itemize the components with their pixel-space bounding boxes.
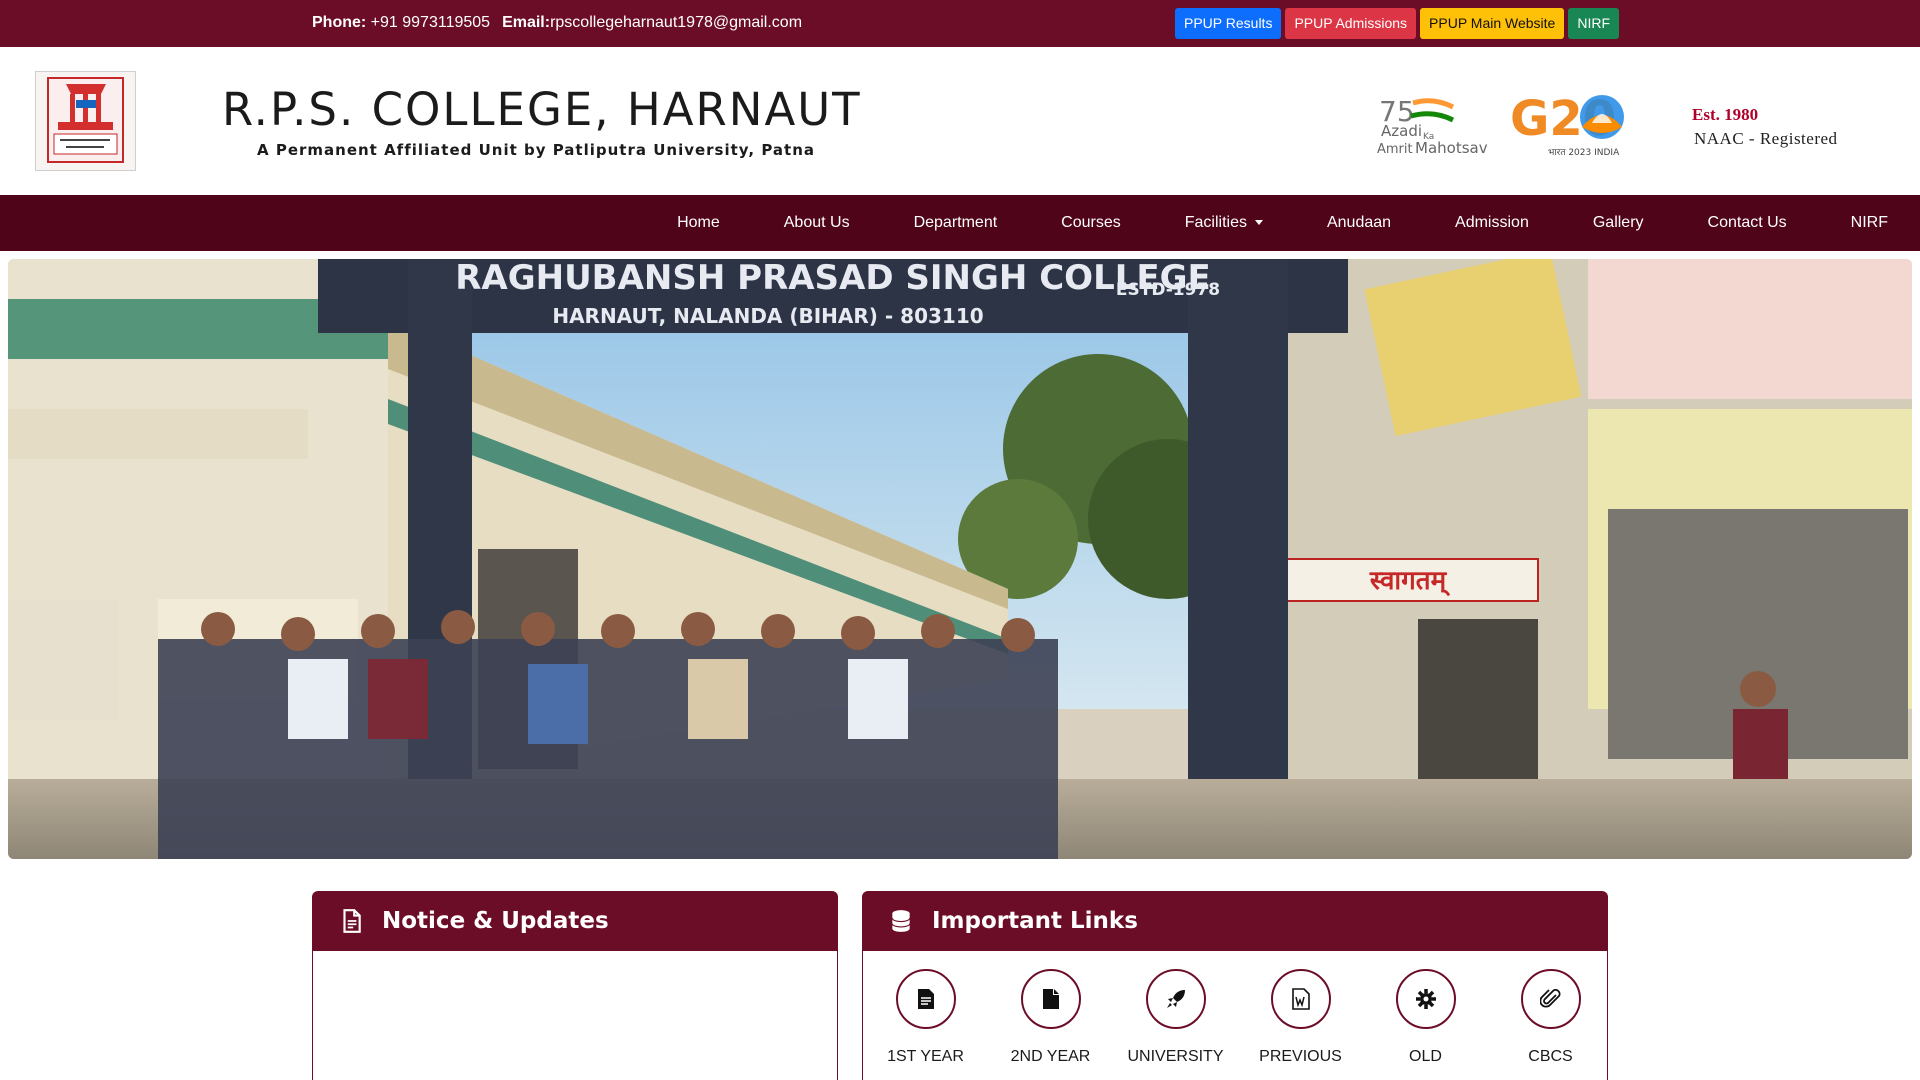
g20-logo: G20 भारत 2023 INDIA (1510, 87, 1636, 163)
nav-anudaan[interactable]: Anudaan (1295, 214, 1423, 232)
college-crest-icon (47, 77, 124, 163)
file-text-icon (895, 969, 956, 1029)
phone-label: Phone: (312, 14, 367, 31)
main-navbar: Home About Us Department Courses Facilit… (0, 195, 1920, 251)
quick-links: PPUP Results PPUP Admissions PPUP Main W… (1175, 8, 1620, 39)
svg-text:RAGHUBANSH PRASAD SINGH COLLEG: RAGHUBANSH PRASAD SINGH COLLEGE (455, 259, 1211, 298)
naac-status: NAAC - Registered (1694, 129, 1838, 148)
ppup-results-button[interactable]: PPUP Results (1175, 8, 1282, 39)
phone-value[interactable]: +91 9973119505 (371, 14, 490, 31)
svg-text:Mahotsav: Mahotsav (1415, 139, 1488, 157)
nav-nirf[interactable]: NIRF (1819, 214, 1920, 232)
link-label: CBCS (1528, 1048, 1573, 1065)
link-2nd-year-admission[interactable]: 2ND YEAR (988, 969, 1113, 1067)
svg-text:ESTD-1978: ESTD-1978 (1116, 280, 1220, 300)
link-previous-paper[interactable]: PREVIOUS (1238, 969, 1363, 1067)
link-old-syllabus[interactable]: OLD (1363, 969, 1488, 1067)
site-header: R.P.S. COLLEGE, HARNAUT A Permanent Affi… (0, 47, 1920, 195)
nav-facilities-dropdown[interactable]: Facilities (1153, 214, 1295, 232)
important-links-body: 1ST YEAR 2ND YEAR UNIVERSITY PREVIOUS OL… (862, 951, 1608, 1080)
link-label: 1ST YEAR (887, 1048, 964, 1065)
svg-text:Amrit: Amrit (1377, 142, 1413, 157)
link-cbcs-syllabus[interactable]: CBCS (1488, 969, 1613, 1067)
nav-department[interactable]: Department (882, 214, 1030, 232)
email-label: Email: (502, 14, 551, 31)
nav-home[interactable]: Home (645, 214, 752, 232)
database-icon (888, 908, 914, 934)
nav-about-us[interactable]: About Us (752, 214, 882, 232)
link-university-link[interactable]: UNIVERSITY (1113, 969, 1238, 1067)
college-gate-photo: स्वागतम् RAGHUBANSH PRASAD SINGH COLLEGE… (8, 259, 1912, 859)
people-group (158, 610, 1058, 859)
nav-menu: Home About Us Department Courses Facilit… (645, 195, 1920, 251)
link-1st-year-admission[interactable]: 1ST YEAR (863, 969, 988, 1067)
established-year: Est. 1980 (1692, 105, 1759, 124)
gear-icon (1395, 969, 1456, 1029)
rocket-icon (1145, 969, 1206, 1029)
document-icon (338, 908, 364, 934)
contact-info: Phone: +91 9973119505 Email:rpscollegehar… (312, 14, 802, 32)
caret-down-icon (1254, 220, 1263, 226)
nav-admission[interactable]: Admission (1423, 214, 1561, 232)
link-label: OLD (1409, 1048, 1442, 1065)
college-name: R.P.S. COLLEGE, HARNAUT (222, 83, 862, 136)
ppup-admissions-button[interactable]: PPUP Admissions (1285, 8, 1417, 39)
email-value[interactable]: rpscollegeharnaut1978@gmail.com (550, 14, 802, 31)
nav-gallery[interactable]: Gallery (1561, 214, 1676, 232)
svg-text:स्वागतम्: स्वागतम् (1369, 566, 1451, 597)
top-bar: Phone: +91 9973119505 Email:rpscollegehar… (0, 0, 1920, 47)
svg-text:HARNAUT, NALANDA (BIHAR) - 803: HARNAUT, NALANDA (BIHAR) - 803110 (552, 304, 983, 328)
nav-contact-us[interactable]: Contact Us (1676, 214, 1819, 232)
notice-panel-body (312, 951, 838, 1080)
important-links-header: Important Links (862, 891, 1608, 951)
notice-panel-header: Notice & Updates (312, 891, 838, 951)
nav-facilities-label: Facilities (1184, 214, 1247, 231)
file-icon (1020, 969, 1081, 1029)
important-links-title: Important Links (932, 908, 1138, 934)
azadi-ka-amrit-mahotsav-logo: 75 Azadi Ka Amrit Mahotsav (1375, 91, 1495, 161)
link-label: 2ND YEAR (1010, 1048, 1091, 1065)
paperclip-icon (1520, 969, 1581, 1029)
ppup-main-website-button[interactable]: PPUP Main Website (1420, 8, 1565, 39)
college-logo[interactable] (35, 71, 136, 171)
nirf-button[interactable]: NIRF (1568, 8, 1620, 39)
college-subtitle: A Permanent Affiliated Unit by Patliputr… (257, 141, 816, 159)
file-word-icon (1270, 969, 1331, 1029)
nav-courses[interactable]: Courses (1029, 214, 1153, 232)
svg-text:भारत 2023 INDIA: भारत 2023 INDIA (1548, 148, 1620, 158)
svg-text:Azadi: Azadi (1381, 122, 1422, 140)
notice-panel-title: Notice & Updates (382, 908, 609, 934)
link-label: PREVIOUS (1259, 1048, 1342, 1065)
link-label: UNIVERSITY (1127, 1048, 1224, 1065)
hero-banner-photo: स्वागतम् RAGHUBANSH PRASAD SINGH COLLEGE… (8, 259, 1912, 859)
